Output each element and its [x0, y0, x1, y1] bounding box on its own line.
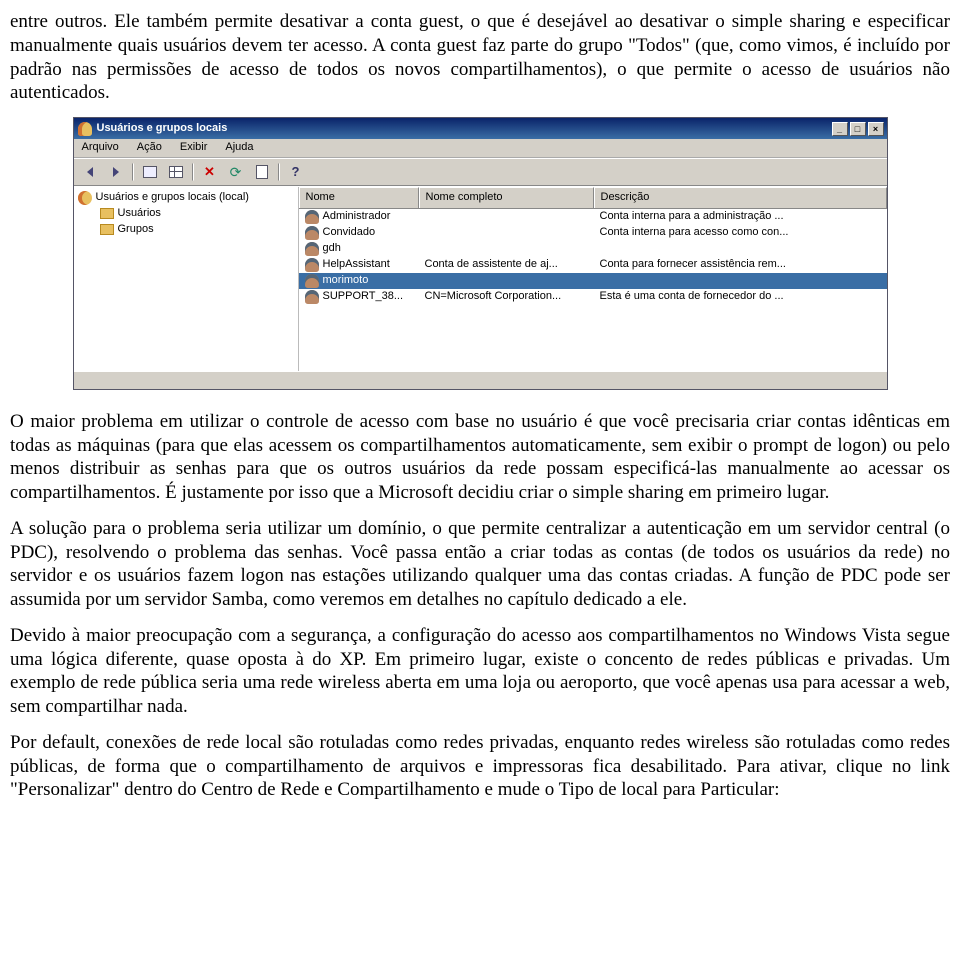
- properties-button[interactable]: [252, 162, 272, 182]
- cell-nome: morimoto: [299, 273, 419, 289]
- paragraph-3: A solução para o problema seria utilizar…: [10, 517, 950, 612]
- cell-nome: Convidado: [299, 225, 419, 241]
- paragraph-4: Devido à maior preocupação com a seguran…: [10, 624, 950, 719]
- separator-icon: [192, 163, 194, 181]
- doc-icon: [256, 165, 268, 179]
- table-row[interactable]: morimoto: [299, 273, 887, 289]
- help-icon: ?: [292, 164, 300, 180]
- users-group-icon: [78, 122, 92, 136]
- close-button[interactable]: ×: [868, 122, 884, 136]
- menu-arquivo[interactable]: Arquivo: [82, 141, 119, 155]
- show-window-button[interactable]: [140, 162, 160, 182]
- cell-descricao: [594, 273, 887, 289]
- cell-nome: gdh: [299, 241, 419, 257]
- separator-icon: [278, 163, 280, 181]
- arrow-left-icon: [87, 167, 93, 177]
- status-bar: [74, 371, 887, 389]
- user-name: Convidado: [323, 226, 376, 240]
- column-descricao[interactable]: Descrição: [594, 187, 887, 208]
- cell-nome-completo: [419, 273, 594, 289]
- cell-descricao: Conta interna para acesso como con...: [594, 225, 887, 241]
- back-button[interactable]: [80, 162, 100, 182]
- user-icon: [305, 242, 319, 256]
- cell-nome-completo: CN=Microsoft Corporation...: [419, 289, 594, 305]
- user-name: gdh: [323, 242, 341, 256]
- screenshot-figure: Usuários e grupos locais _ □ × Arquivo A…: [10, 117, 950, 390]
- list-pane: Nome Nome completo Descrição Administrad…: [299, 187, 887, 371]
- user-icon: [305, 258, 319, 272]
- table-row[interactable]: Convidado Conta interna para acesso como …: [299, 225, 887, 241]
- refresh-button[interactable]: ⟳: [226, 162, 246, 182]
- menu-acao[interactable]: Ação: [137, 141, 162, 155]
- help-button[interactable]: ?: [286, 162, 306, 182]
- window-title: Usuários e grupos locais: [97, 122, 832, 136]
- cell-descricao: Conta para fornecer assistência rem...: [594, 257, 887, 273]
- separator-icon: [132, 163, 134, 181]
- user-name: morimoto: [323, 274, 369, 288]
- cell-nome-completo: [419, 241, 594, 257]
- folder-icon: [100, 224, 114, 235]
- cell-nome-completo: [419, 209, 594, 225]
- tree-item-grupos[interactable]: Grupos: [100, 223, 294, 237]
- paragraph-5: Por default, conexões de rede local são …: [10, 731, 950, 802]
- user-name: SUPPORT_38...: [323, 290, 404, 304]
- table-row[interactable]: Administrador Conta interna para a admini…: [299, 209, 887, 225]
- window-icon: [143, 166, 157, 178]
- menu-bar: Arquivo Ação Exibir Ajuda: [74, 139, 887, 158]
- table-row[interactable]: HelpAssistant Conta de assistente de aj..…: [299, 257, 887, 273]
- folder-icon: [100, 208, 114, 219]
- column-nome[interactable]: Nome: [299, 187, 419, 208]
- forward-button[interactable]: [106, 162, 126, 182]
- table-row[interactable]: gdh: [299, 241, 887, 257]
- paragraph-1: entre outros. Ele também permite desativ…: [10, 10, 950, 105]
- user-name: HelpAssistant: [323, 258, 390, 272]
- minimize-button[interactable]: _: [832, 122, 848, 136]
- list-header: Nome Nome completo Descrição: [299, 187, 887, 209]
- paragraph-2: O maior problema em utilizar o controle …: [10, 410, 950, 505]
- cell-descricao: Conta interna para a administração ...: [594, 209, 887, 225]
- table-row[interactable]: SUPPORT_38... CN=Microsoft Corporation...…: [299, 289, 887, 305]
- tree-item-label: Grupos: [118, 223, 154, 237]
- tree-item-usuarios[interactable]: Usuários: [100, 207, 294, 221]
- delete-x-icon: ✕: [204, 165, 215, 178]
- delete-button[interactable]: ✕: [200, 162, 220, 182]
- cell-nome-completo: Conta de assistente de aj...: [419, 257, 594, 273]
- tree-item-label: Usuários: [118, 207, 161, 221]
- tree-root-label: Usuários e grupos locais (local): [96, 191, 249, 205]
- cell-descricao: Esta é uma conta de fornecedor do ...: [594, 289, 887, 305]
- cell-nome: HelpAssistant: [299, 257, 419, 273]
- tree-root-item[interactable]: Usuários e grupos locais (local): [78, 191, 294, 205]
- maximize-button[interactable]: □: [850, 122, 866, 136]
- user-icon: [305, 274, 319, 288]
- menu-ajuda[interactable]: Ajuda: [225, 141, 253, 155]
- cell-nome-completo: [419, 225, 594, 241]
- user-icon: [305, 210, 319, 224]
- user-icon: [305, 226, 319, 240]
- users-group-icon: [78, 191, 92, 205]
- menu-exibir[interactable]: Exibir: [180, 141, 208, 155]
- user-name: Administrador: [323, 210, 391, 224]
- refresh-icon: ⟳: [230, 165, 242, 179]
- cell-descricao: [594, 241, 887, 257]
- tree-pane: Usuários e grupos locais (local) Usuário…: [74, 187, 299, 371]
- cell-nome: SUPPORT_38...: [299, 289, 419, 305]
- window-titlebar: Usuários e grupos locais _ □ ×: [74, 118, 887, 139]
- users-groups-window: Usuários e grupos locais _ □ × Arquivo A…: [73, 117, 888, 390]
- grid-icon: [169, 166, 183, 178]
- toolbar: ✕ ⟳ ?: [74, 158, 887, 186]
- view-grid-button[interactable]: [166, 162, 186, 182]
- cell-nome: Administrador: [299, 209, 419, 225]
- arrow-right-icon: [113, 167, 119, 177]
- user-icon: [305, 290, 319, 304]
- column-nome-completo[interactable]: Nome completo: [419, 187, 594, 208]
